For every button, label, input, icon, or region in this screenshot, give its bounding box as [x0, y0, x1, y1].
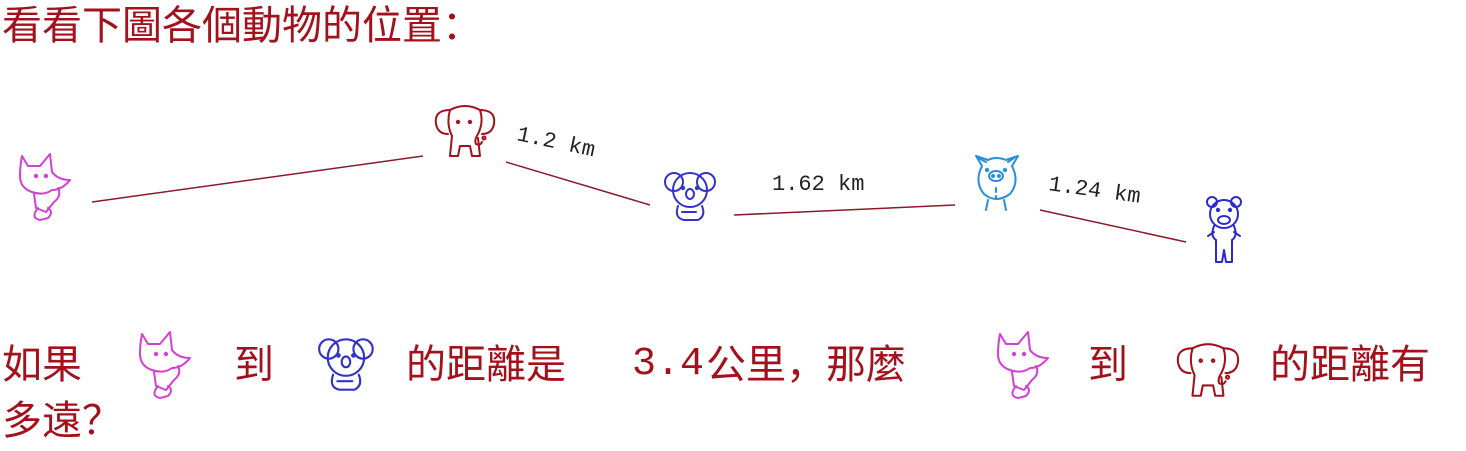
- question-text-distance-has: 的距離有: [1270, 342, 1430, 388]
- line-elephant-koala: [505, 161, 651, 206]
- question-text-distance-is: 的距離是: [406, 342, 566, 388]
- question-number: 3.4: [632, 342, 705, 387]
- animal-map: 1.2 km 1.62 km 1.24 km: [19, 105, 1242, 263]
- question-text-to-1: 到: [234, 342, 274, 388]
- question-text-if: 如果: [2, 342, 82, 388]
- elephant-icon: [434, 105, 496, 157]
- line-koala-pig: [733, 204, 956, 216]
- bear-icon: [1206, 196, 1242, 263]
- question-text-km-then: 公里，那麼: [706, 342, 906, 388]
- elephant-icon: [1176, 343, 1240, 397]
- fox-icon: [139, 331, 191, 399]
- koala-icon: [318, 338, 374, 391]
- fox-icon: [997, 331, 1049, 399]
- koala-icon: [664, 172, 716, 221]
- line-pig-bear: [1039, 209, 1187, 243]
- line-fox-elephant: [91, 155, 424, 203]
- fox-icon: [19, 153, 71, 221]
- distance-label-koala-pig: 1.62 km: [772, 172, 864, 197]
- distance-label-elephant-koala: 1.2 km: [515, 122, 598, 163]
- pig-icon: [975, 155, 1019, 211]
- distance-label-pig-bear: 1.24 km: [1047, 172, 1142, 210]
- question-line-2: 多遠？: [2, 398, 122, 444]
- question-text-to-2: 到: [1088, 342, 1128, 388]
